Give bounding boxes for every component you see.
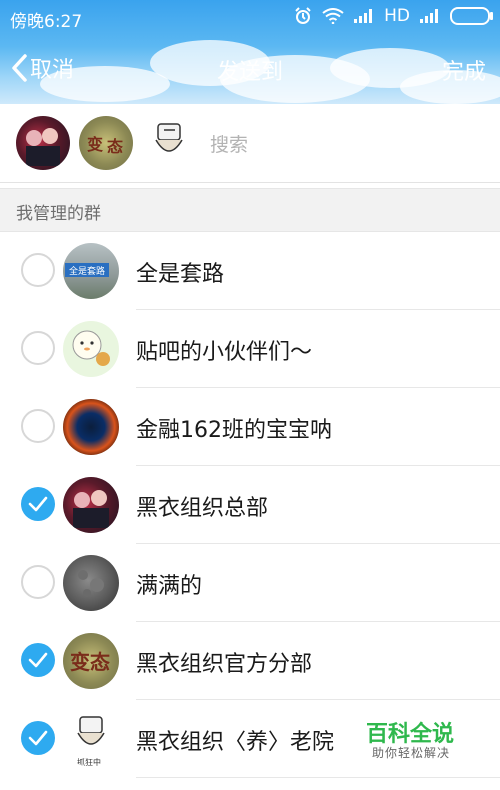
- group-name: 贴吧的小伙伴们～: [136, 340, 313, 365]
- biantai-text-icon: 变态: [70, 650, 110, 674]
- anime-group-avatar: [63, 477, 119, 533]
- anime-group-icon: [73, 490, 109, 528]
- done-button[interactable]: 完成: [442, 54, 486, 86]
- group-name: 金融162班的宝宝呐: [136, 418, 332, 443]
- list-item[interactable]: 满满的: [0, 544, 500, 622]
- biantai-text-avatar: 变态: [63, 633, 119, 689]
- list-item[interactable]: 金融162班的宝宝呐: [0, 388, 500, 466]
- group-name: 全是套路: [136, 262, 225, 287]
- status-icons: HD: [294, 6, 493, 26]
- moon-icon: [78, 570, 104, 597]
- biantai-text-avatar-icon: 变 态: [87, 135, 123, 156]
- battery-icon: [450, 7, 493, 25]
- section-header: 我管理的群: [0, 188, 500, 232]
- group-name: 黑衣组织〈养〉老院: [136, 730, 335, 755]
- network-label: HD: [384, 6, 410, 26]
- watermark: 百科全说 助你轻松解决: [356, 714, 486, 768]
- cartoon-duck-avatar: [63, 321, 119, 377]
- signal-icon: [354, 9, 373, 23]
- cartoon-duck-icon: [72, 330, 110, 366]
- checked-circle-icon[interactable]: [21, 487, 55, 521]
- signal-icon: [420, 9, 438, 23]
- checked-circle-icon[interactable]: [21, 721, 55, 755]
- divider: [136, 777, 500, 778]
- alarm-icon: [295, 7, 311, 24]
- selected-avatar-anime-group[interactable]: [16, 116, 70, 170]
- list-item[interactable]: 黑衣组织总部: [0, 466, 500, 544]
- page-title: 发送到: [216, 60, 283, 85]
- checkmark-icon: [28, 496, 48, 512]
- street-sign-icon: 全是套路: [65, 263, 109, 277]
- search-input[interactable]: 搜索: [210, 130, 248, 157]
- svg-text:抓狂中: 抓狂中: [77, 757, 101, 767]
- unchecked-circle-icon[interactable]: [21, 409, 55, 443]
- checkmark-icon: [28, 652, 48, 668]
- list-item[interactable]: 变态 黑衣组织官方分部: [0, 622, 500, 700]
- cartoon-cat-avatar-icon: [155, 123, 183, 152]
- svg-text:全是套路: 全是套路: [69, 265, 105, 277]
- list-item[interactable]: 贴吧的小伙伴们～: [0, 310, 500, 388]
- status-time: 傍晚6:27: [10, 12, 83, 32]
- status-bar: 傍晚6:27 HD: [0, 0, 500, 34]
- street-sign-avatar: 全是套路: [63, 243, 119, 299]
- nav-bar: 取消 发送到 完成: [0, 34, 500, 104]
- svg-text:态: 态: [107, 137, 123, 156]
- svg-text:变态: 变态: [70, 650, 110, 674]
- anime-group-avatar-icon: [26, 128, 60, 166]
- selected-avatar-cartoon-cat[interactable]: [142, 116, 196, 170]
- list-item[interactable]: 全是套路 全是套路: [0, 232, 500, 310]
- unchecked-circle-icon[interactable]: [21, 253, 55, 287]
- group-name: 满满的: [136, 574, 203, 599]
- checked-circle-icon[interactable]: [21, 643, 55, 677]
- group-name: 黑衣组织官方分部: [136, 652, 313, 677]
- selected-avatar-biantai[interactable]: 变 态: [79, 116, 133, 170]
- svg-text:变: 变: [87, 135, 103, 154]
- header: 傍晚6:27 HD 取消 发送到 完成: [0, 0, 500, 104]
- unchecked-circle-icon[interactable]: [21, 331, 55, 365]
- group-name: 黑衣组织总部: [136, 496, 269, 521]
- checkmark-icon: [28, 730, 48, 746]
- watermark-subtitle: 助你轻松解决: [372, 746, 451, 760]
- blue-fire-avatar: [63, 399, 119, 455]
- selected-recipients-bar: 变 态 搜索: [0, 104, 500, 183]
- section-header-label: 我管理的群: [16, 204, 101, 224]
- cartoon-cat-avatar: 抓狂中: [63, 711, 119, 767]
- unchecked-circle-icon[interactable]: [21, 565, 55, 599]
- cartoon-cat-icon: 抓狂中: [77, 716, 105, 767]
- wifi-icon: [322, 8, 344, 24]
- moon-avatar: [63, 555, 119, 611]
